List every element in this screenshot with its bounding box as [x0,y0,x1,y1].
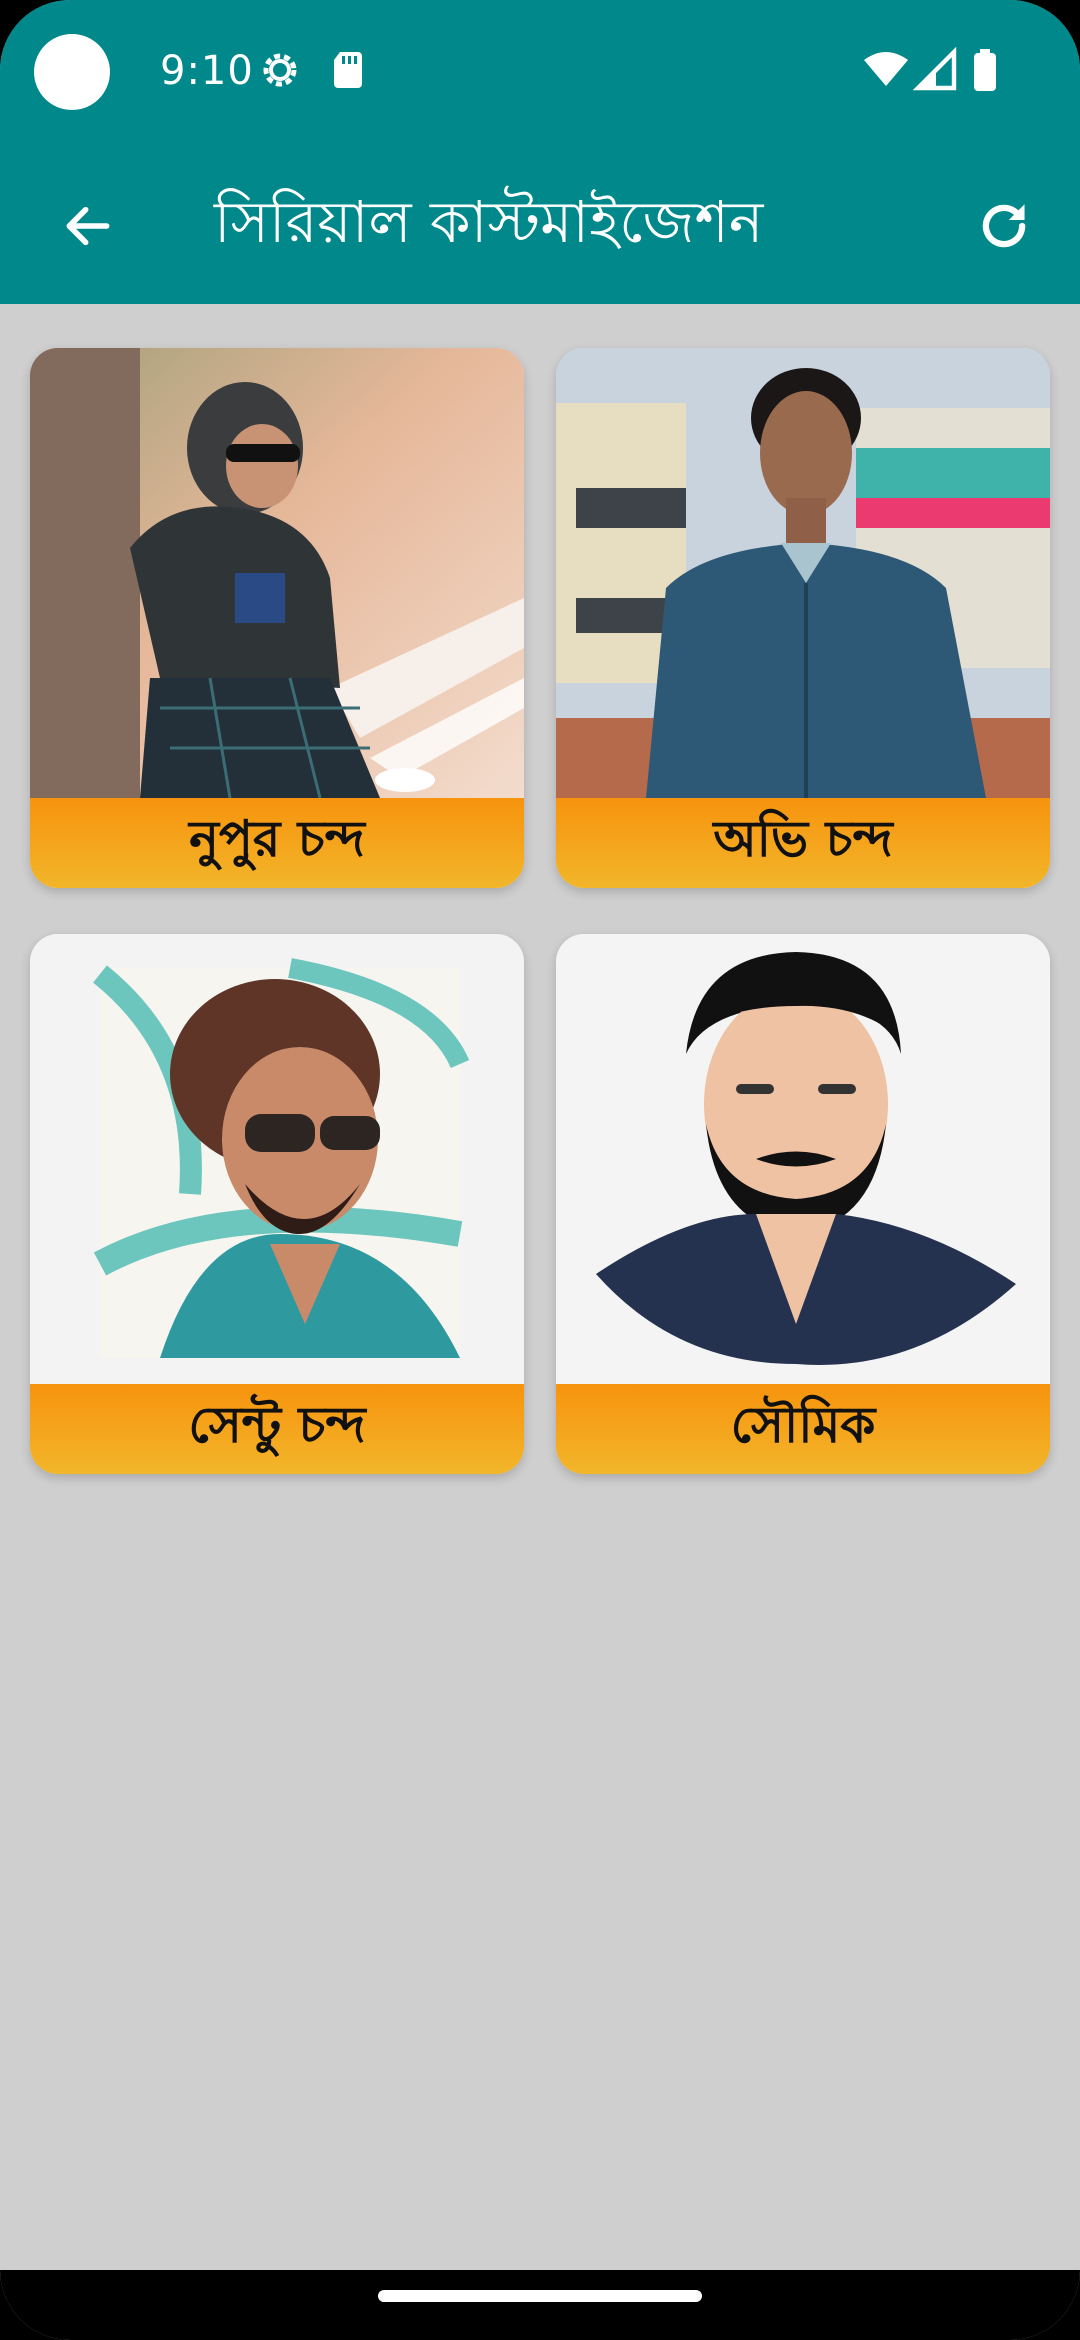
profile-photo [30,934,524,1384]
card-name-label: সেন্টু চন্দ [30,1384,524,1474]
card-name-label: অভি চন্দ [556,798,1050,888]
app-bar: সিরিয়াল কাস্টমাইজেশন [0,150,1080,304]
profile-card-1[interactable]: নুপুর চন্দ [30,348,524,888]
profile-card-2[interactable]: অভি চন্দ [556,348,1050,888]
home-indicator[interactable] [378,2290,702,2302]
card-name-label: নুপুর চন্দ [30,798,524,888]
page-title: সিরিয়াল কাস্টমাইজেশন [214,188,764,256]
status-time: 9:10 [160,48,254,94]
refresh-icon [982,204,1026,248]
card-name-label: সৌমিক [556,1384,1050,1474]
signal-icon [912,46,957,91]
profile-card-3[interactable]: সেন্টু চন্দ [30,934,524,1474]
sd-card-icon [334,52,362,88]
settings-gear-icon [263,53,297,87]
phone-screen: 9:10 সিরিয়াল কাস্টমাইজেশন নুপুর চন্দ অভ… [0,0,1080,2340]
refresh-button[interactable] [964,186,1044,266]
profile-card-4[interactable]: সৌমিক [556,934,1050,1474]
profile-photo [30,348,524,798]
wifi-icon [864,52,908,86]
camera-cutout [34,34,110,110]
battery-icon [974,49,996,91]
navigation-bar [0,2270,1080,2340]
profile-photo [556,934,1050,1384]
status-bar: 9:10 [0,0,1080,150]
back-button[interactable] [48,186,128,266]
arrow-left-icon [66,206,110,246]
profile-photo [556,348,1050,798]
